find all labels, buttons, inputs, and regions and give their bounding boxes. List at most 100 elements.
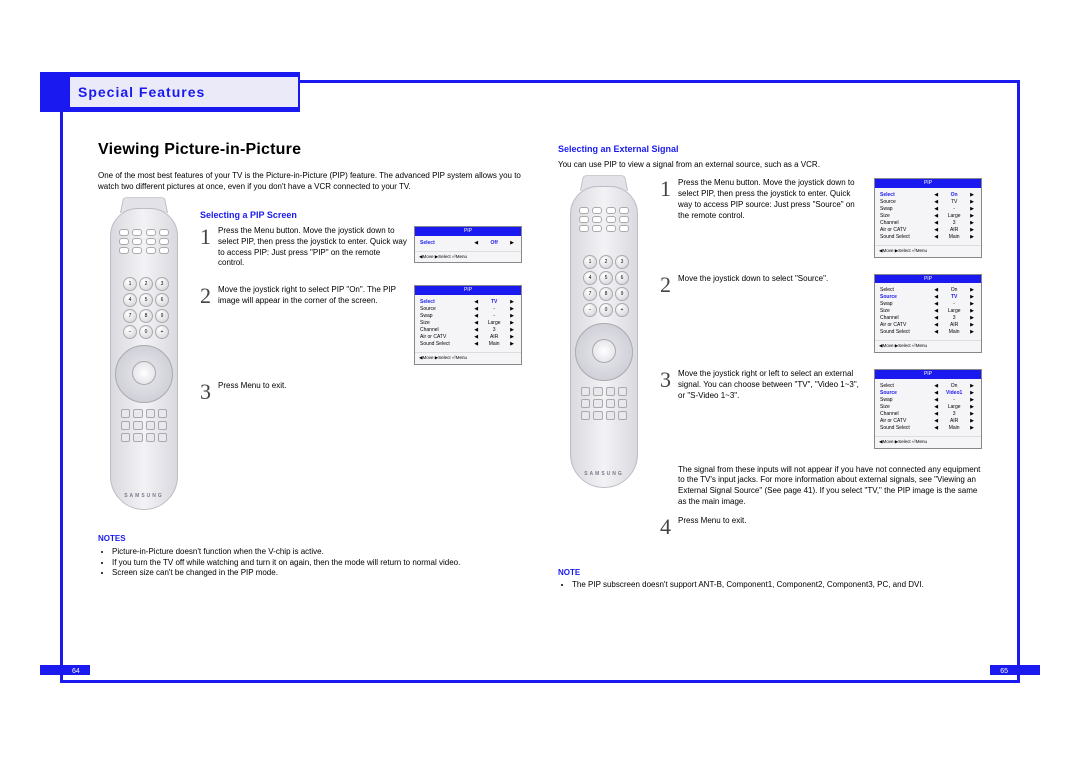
intro-text: One of the most best features of your TV… (98, 171, 522, 193)
numpad-key: 2 (139, 277, 153, 291)
numpad-key: 4 (123, 293, 137, 307)
osd-title: PIP (415, 227, 521, 236)
step-text: Move the joystick right to select PIP "O… (218, 285, 414, 364)
osd-row: Size◀Large▶ (420, 320, 516, 327)
osd-footer: ◀Move ▶Select ⏎Menu (415, 352, 521, 364)
osd-row: Air or CATV◀AIR▶ (880, 418, 976, 425)
osd-panel: PIPSelect◀On▶Source◀TV▶Swap◀-▶Size◀Large… (874, 178, 982, 257)
osd-row: Sound Select◀Main▶ (880, 329, 976, 336)
numpad-key: 8 (599, 287, 613, 301)
instruction-step: 2Move the joystick right to select PIP "… (200, 285, 522, 364)
numpad-key: 1 (583, 255, 597, 269)
note-item: The PIP subscreen doesn't support ANT-B,… (572, 580, 982, 591)
numpad-key: 5 (599, 271, 613, 285)
osd-row: Channel◀3▶ (880, 220, 976, 227)
page-number-right: 65 (1000, 668, 1008, 675)
numpad-key: 4 (583, 271, 597, 285)
steps-container-left: 1Press the Menu button. Move the joystic… (200, 226, 522, 403)
numpad-key: 6 (155, 293, 169, 307)
osd-row: Source◀-▶ (420, 306, 516, 313)
step-number: 2 (200, 285, 218, 364)
instruction-step: 3Press Menu to exit. (200, 381, 522, 403)
numpad-key: 5 (139, 293, 153, 307)
osd-row: Air or CATV◀AIR▶ (880, 322, 976, 329)
subsection-head: Selecting a PIP Screen (200, 210, 522, 222)
osd-row: Select◀On▶ (880, 287, 976, 294)
instruction-step: 1Press the Menu button. Move the joystic… (660, 178, 982, 257)
osd-row: Swap◀-▶ (880, 206, 976, 213)
osd-footer: ◀Move ▶Select ⏎Menu (875, 245, 981, 257)
osd-panel: PIP Select◀TV▶Source◀-▶Swap◀-▶Size◀Large▶… (414, 285, 522, 364)
steps-container-right: 1Press the Menu button. Move the joystic… (660, 178, 982, 537)
step-number: 2 (660, 274, 678, 353)
osd-title: PIP (875, 370, 981, 379)
remote-numpad: 123456789−0+ (583, 255, 625, 317)
osd-title: PIP (875, 275, 981, 284)
osd-panel: PIPSelect◀On▶Source◀Video1▶Swap◀-▶Size◀L… (874, 369, 982, 448)
osd-row: Sound Select◀Main▶ (880, 425, 976, 432)
osd-row: Sound Select◀Main▶ (880, 234, 976, 241)
step-text: Press the Menu button. Move the joystick… (218, 226, 414, 269)
numpad-key: − (123, 325, 137, 339)
numpad-key: + (155, 325, 169, 339)
intro-text: You can use PIP to view a signal from an… (558, 160, 982, 171)
osd-row: Size◀Large▶ (880, 213, 976, 220)
footer-accent-right (990, 665, 1040, 675)
step-number: 1 (200, 226, 218, 269)
step-text: Press the Menu button. Move the joystick… (678, 178, 874, 257)
page-title: Viewing Picture-in-Picture (98, 140, 522, 161)
instruction-step: 4Press Menu to exit. (660, 516, 982, 538)
step-text: Press Menu to exit. (678, 516, 874, 538)
osd-row: Swap◀-▶ (880, 301, 976, 308)
step-number: 3 (200, 381, 218, 403)
osd-row: Air or CATV◀AIR▶ (420, 334, 516, 341)
osd-footer: ◀Move ▶Select ⏎Menu (415, 251, 521, 263)
note-item: If you turn the TV off while watching an… (112, 558, 522, 569)
note-item: Screen size can't be changed in the PIP … (112, 568, 522, 579)
osd-row: Select◀TV▶ (420, 299, 516, 306)
osd-row: Source◀TV▶ (880, 294, 976, 301)
osd-row: Channel◀3▶ (880, 315, 976, 322)
remote-numpad: 123456789−0+ (123, 277, 165, 339)
numpad-key: 3 (155, 277, 169, 291)
step-text: Move the joystick right or left to selec… (678, 369, 874, 448)
numpad-key: + (615, 303, 629, 317)
osd-row: Channel◀3▶ (880, 411, 976, 418)
remote-illustration: 123456789−0+ SAMSUNG (558, 178, 648, 498)
osd-row: Source◀Video1▶ (880, 390, 976, 397)
osd-row: Swap◀-▶ (420, 313, 516, 320)
numpad-key: 8 (139, 309, 153, 323)
osd-row: Swap◀-▶ (880, 397, 976, 404)
numpad-key: 2 (599, 255, 613, 269)
osd-row: Size◀Large▶ (880, 308, 976, 315)
note-item: Picture-in-Picture doesn't function when… (112, 547, 522, 558)
instruction-step: 2Move the joystick down to select "Sourc… (660, 274, 982, 353)
numpad-key: 6 (615, 271, 629, 285)
numpad-key: 9 (155, 309, 169, 323)
subsection-head: Selecting an External Signal (558, 144, 982, 156)
instruction-step: 1Press the Menu button. Move the joystic… (200, 226, 522, 269)
brand-label: SAMSUNG (571, 471, 637, 478)
numpad-key: 7 (583, 287, 597, 301)
notes-head: NOTE (558, 568, 982, 578)
step-number: 3 (660, 369, 678, 448)
osd-title: PIP (415, 286, 521, 295)
step-number: 1 (660, 178, 678, 257)
osd-title: PIP (875, 179, 981, 188)
step-text: Move the joystick down to select "Source… (678, 274, 874, 353)
osd-row: Source◀TV▶ (880, 199, 976, 206)
osd-row: Select◀Off▶ (420, 240, 516, 247)
notes-head: NOTES (98, 534, 522, 544)
instruction-step: 3Move the joystick right or left to sele… (660, 369, 982, 448)
numpad-key: 0 (139, 325, 153, 339)
section-title: Special Features (78, 84, 205, 100)
numpad-key: 1 (123, 277, 137, 291)
step-text: Press Menu to exit. (218, 381, 414, 403)
numpad-key: 3 (615, 255, 629, 269)
numpad-key: 7 (123, 309, 137, 323)
numpad-key: − (583, 303, 597, 317)
section-tab: Special Features (40, 72, 300, 112)
osd-panel: PIP Select◀Off▶ ◀Move ▶Select ⏎Menu (414, 226, 522, 263)
step-number: 4 (660, 516, 678, 538)
osd-footer: ◀Move ▶Select ⏎Menu (875, 340, 981, 352)
